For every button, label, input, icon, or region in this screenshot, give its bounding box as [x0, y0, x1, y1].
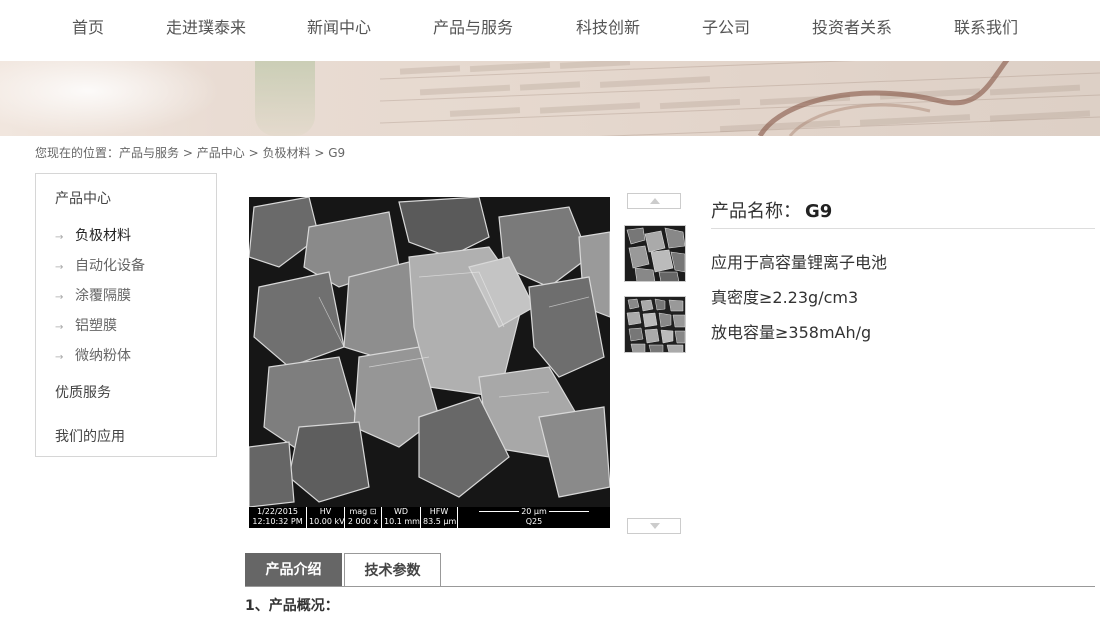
product-name-value: G9: [805, 201, 833, 222]
nav-item-subsidiaries[interactable]: 子公司: [702, 14, 750, 38]
sidebar-item-automation[interactable]: → 自动化设备: [55, 255, 145, 275]
arrow-right-icon: →: [55, 322, 64, 333]
product-divider: [711, 228, 1095, 229]
top-navigation: 首页 走进璞泰来 新闻中心 产品与服务 科技创新 子公司 投资者关系 联系我们: [0, 0, 1100, 61]
sidebar-our-applications[interactable]: 我们的应用: [55, 426, 125, 446]
nav-item-news[interactable]: 新闻中心: [307, 14, 371, 38]
scale-bar-right: [549, 511, 590, 512]
databar-wd: WD 10.1 mm: [382, 507, 421, 528]
breadcrumb-anode-materials[interactable]: 负极材料: [262, 146, 310, 160]
thumbnail-scroll-up-button[interactable]: [627, 193, 681, 209]
nav-item-products[interactable]: 产品与服务: [433, 14, 513, 38]
databar-wd-value: 10.1 mm: [384, 517, 420, 526]
databar-wd-label: WD: [393, 507, 409, 516]
product-thumbnail-1[interactable]: [624, 225, 686, 282]
databar-scale-label: 20 μm: [521, 507, 547, 516]
breadcrumb-separator: >: [314, 146, 325, 160]
arrow-right-icon: →: [55, 232, 64, 243]
databar-mag-value: 2 000 x: [347, 517, 379, 526]
product-name-label: 产品名称：: [711, 201, 801, 222]
nav-item-home[interactable]: 首页: [72, 14, 104, 38]
product-desc-line-2: 真密度≥2.23g/cm3: [711, 288, 859, 307]
databar-scale: 20 μm Q25: [458, 507, 610, 528]
scale-bar-left: [478, 511, 519, 512]
breadcrumb-prefix: 您现在的位置：: [35, 146, 120, 160]
nav-item-about[interactable]: 走进璞泰来: [166, 14, 246, 38]
arrow-right-icon: →: [55, 292, 64, 303]
databar-sample: Q25: [525, 517, 543, 526]
databar-date: 1/22/2015: [256, 507, 299, 516]
databar-time: 12:10:32 PM: [252, 517, 303, 526]
banner-image: [0, 61, 1100, 136]
product-desc-line-1: 应用于高容量锂离子电池: [711, 253, 888, 272]
databar-hv-value: 10.00 kV: [309, 517, 345, 526]
breadcrumb-separator: >: [248, 146, 259, 160]
product-desc-line-3: 放电容量≥358mAh/g: [711, 323, 872, 342]
sidebar-item-aluminum-plastic-film[interactable]: → 铝塑膜: [55, 315, 117, 335]
thumbnail-scroll-down-button[interactable]: [627, 518, 681, 534]
databar-scale-row: 20 μm: [460, 507, 608, 517]
databar-hfw: HFW 83.5 μm: [421, 507, 458, 528]
sidebar-product-center[interactable]: 产品中心: [55, 188, 111, 208]
product-main-image[interactable]: 1/22/2015 12:10:32 PM HV 10.00 kV mag ⊡ …: [249, 197, 610, 528]
product-name: 产品名称： G9: [711, 197, 832, 223]
breadcrumb-products-services[interactable]: 产品与服务: [119, 146, 179, 160]
nav-item-contact[interactable]: 联系我们: [954, 14, 1018, 38]
sidebar-item-anode-materials[interactable]: → 负极材料: [55, 225, 131, 245]
sidebar-item-label: 自动化设备: [75, 258, 145, 274]
thumbnail-image: [625, 297, 685, 352]
databar-mag-label: mag ⊡: [349, 507, 377, 516]
sidebar-item-coated-separator[interactable]: → 涂覆隔膜: [55, 285, 131, 305]
databar-hfw-label: HFW: [429, 507, 449, 516]
databar-hv-label: HV: [319, 507, 332, 516]
breadcrumb-current: G9: [328, 146, 346, 160]
sidebar-quality-service[interactable]: 优质服务: [55, 382, 111, 402]
sidebar-item-micro-nano-powder[interactable]: → 微纳粉体: [55, 345, 131, 365]
sem-data-bar: 1/22/2015 12:10:32 PM HV 10.00 kV mag ⊡ …: [249, 507, 610, 528]
databar-datetime: 1/22/2015 12:10:32 PM: [249, 507, 307, 528]
tab-product-intro[interactable]: 产品介绍: [245, 553, 342, 587]
breadcrumb-product-center[interactable]: 产品中心: [197, 146, 245, 160]
banner-glasses-decoration: [379, 61, 1100, 136]
databar-mag: mag ⊡ 2 000 x: [345, 507, 382, 528]
arrow-right-icon: →: [55, 262, 64, 273]
arrow-right-icon: →: [55, 352, 64, 363]
tab-tech-params[interactable]: 技术参数: [344, 553, 441, 587]
sidebar-item-label: 负极材料: [75, 228, 131, 244]
breadcrumb: 您现在的位置：产品与服务 > 产品中心 > 负极材料 > G9: [35, 144, 345, 161]
product-thumbnail-2[interactable]: [624, 296, 686, 353]
section-title: 1、产品概况：: [245, 598, 339, 614]
databar-hv: HV 10.00 kV: [307, 507, 345, 528]
databar-hfw-value: 83.5 μm: [423, 517, 457, 526]
nav-item-innovation[interactable]: 科技创新: [576, 14, 640, 38]
thumbnail-image: [625, 226, 685, 281]
sidebar: 产品中心 → 负极材料 → 自动化设备 → 涂覆隔膜 → 铝塑膜 → 微纳粉体 优质服务 …: [35, 173, 217, 457]
tab-divider: [245, 586, 1095, 587]
sidebar-item-label: 涂覆隔膜: [75, 288, 131, 304]
sidebar-item-label: 微纳粉体: [75, 348, 131, 364]
sidebar-item-label: 铝塑膜: [75, 318, 117, 334]
nav-item-investors[interactable]: 投资者关系: [812, 14, 892, 38]
sem-micrograph: [249, 197, 610, 507]
breadcrumb-separator: >: [182, 146, 193, 160]
